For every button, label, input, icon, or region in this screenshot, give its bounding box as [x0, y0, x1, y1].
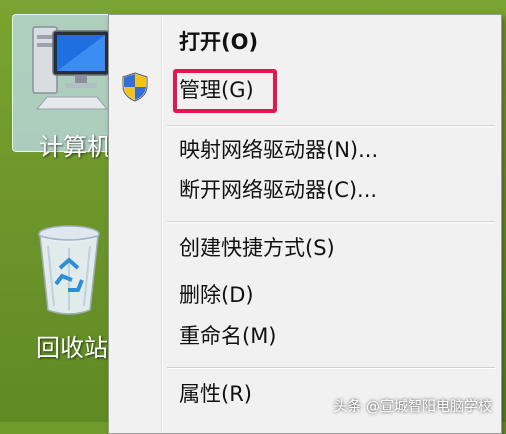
menu-separator — [167, 367, 495, 369]
watermark: 头条 @宣城智阳电脑学校 — [333, 399, 492, 415]
highlight-box — [173, 69, 277, 113]
desktop-icon-computer-label: 计算机 — [39, 133, 111, 161]
context-menu: 打开(O) 管理(G) 映射网络驱动器(N)... 断开网络驱动器(C)... … — [108, 14, 502, 434]
menu-item-delete[interactable]: 删除(D) — [179, 278, 254, 312]
menu-separator — [167, 125, 495, 127]
desktop-icon-recycle-bin-label: 回收站 — [36, 334, 108, 362]
menu-item-map-network-drive[interactable]: 映射网络驱动器(N)... — [179, 133, 378, 167]
menu-separator — [167, 221, 495, 223]
menu-item-create-shortcut[interactable]: 创建快捷方式(S) — [179, 231, 335, 265]
desktop: 计算机 回收站 打开(O) 管理(G) 映射网络驱动器(N)... 断开网络驱动… — [0, 0, 506, 434]
menu-item-open[interactable]: 打开(O) — [179, 25, 258, 59]
recycle-bin-icon — [38, 225, 100, 315]
menu-gutter — [161, 17, 163, 433]
menu-item-disconnect-network-drive[interactable]: 断开网络驱动器(C)... — [179, 173, 377, 207]
uac-shield-icon — [122, 72, 148, 102]
menu-item-rename[interactable]: 重命名(M) — [179, 319, 277, 353]
computer-icon — [32, 26, 110, 110]
menu-item-properties[interactable]: 属性(R) — [179, 377, 252, 411]
